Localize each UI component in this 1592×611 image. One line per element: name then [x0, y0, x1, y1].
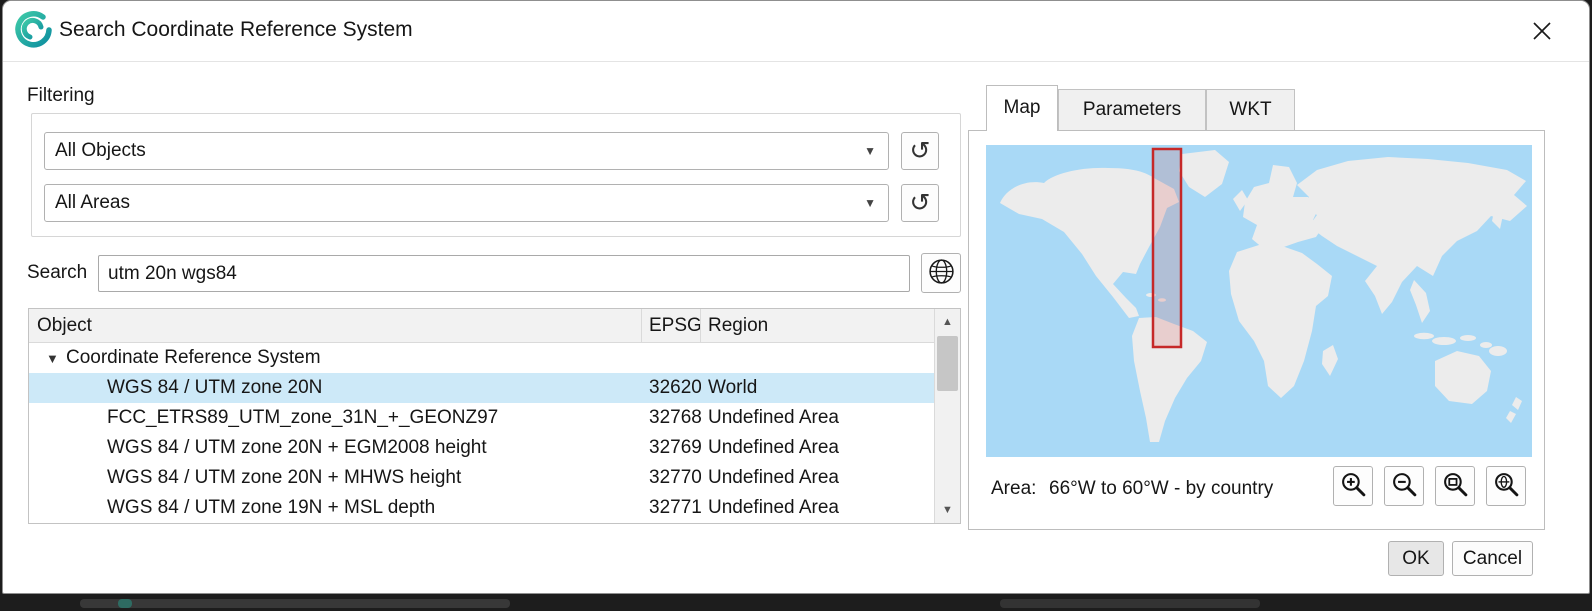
- crs-extent-highlight: [1153, 149, 1181, 347]
- zoom-world-icon: [1493, 471, 1520, 501]
- area-filter-dropdown[interactable]: All Areas ▼: [44, 184, 889, 222]
- world-map[interactable]: [986, 145, 1532, 457]
- tree-group-row[interactable]: ▼ Coordinate Reference System: [29, 343, 935, 373]
- table-row[interactable]: FCC_ETRS89_UTM_zone_31N_+_GEONZ97 32768 …: [29, 403, 935, 433]
- zoom-out-button[interactable]: [1384, 466, 1424, 506]
- chevron-down-icon: ▼: [864, 144, 876, 158]
- dialog-titlebar[interactable]: Search Coordinate Reference System: [3, 1, 1589, 62]
- search-label: Search: [27, 262, 87, 284]
- zoom-extent-icon: [1442, 471, 1469, 501]
- crs-results-table: Object EPSG Region ▼ Coordinate Referenc…: [28, 308, 961, 524]
- scrollbar-thumb[interactable]: [937, 336, 958, 391]
- cell-object: WGS 84 / UTM zone 20N + MHWS height: [29, 463, 642, 493]
- cell-epsg: 32770: [642, 463, 701, 493]
- scroll-up-button[interactable]: ▲: [935, 309, 960, 335]
- table-row[interactable]: WGS 84 / UTM zone 20N 32620 World: [29, 373, 935, 403]
- vertical-scrollbar[interactable]: ▲ ▼: [934, 309, 960, 523]
- close-button[interactable]: [1523, 16, 1561, 48]
- area-label: Area:: [991, 478, 1036, 500]
- crs-detail-panel: Map Parameters WKT: [968, 85, 1546, 531]
- scroll-down-button[interactable]: ▼: [935, 497, 960, 523]
- cell-region: Undefined Area: [701, 433, 935, 463]
- close-icon: [1531, 20, 1553, 45]
- dialog-title: Search Coordinate Reference System: [59, 18, 413, 42]
- column-header-region[interactable]: Region: [701, 309, 935, 342]
- cell-region: Undefined Area: [701, 403, 935, 433]
- cell-epsg: 32768: [642, 403, 701, 433]
- search-crs-dialog: Search Coordinate Reference System Filte…: [2, 0, 1590, 594]
- zoom-in-icon: [1340, 471, 1367, 501]
- cell-region: Undefined Area: [701, 463, 935, 493]
- column-header-epsg[interactable]: EPSG: [642, 309, 701, 342]
- cell-epsg: 32620: [642, 373, 701, 403]
- background-app-blur: [1000, 599, 1260, 608]
- column-header-object[interactable]: Object: [29, 309, 642, 342]
- zoom-in-button[interactable]: [1333, 466, 1373, 506]
- globe-search-button[interactable]: [921, 253, 961, 293]
- zoom-to-extent-button[interactable]: [1435, 466, 1475, 506]
- globe-icon: [927, 257, 956, 289]
- table-header: Object EPSG Region: [29, 309, 935, 343]
- tab-parameters[interactable]: Parameters: [1058, 89, 1206, 130]
- background-app-blur: [118, 599, 132, 608]
- tree-expander-icon[interactable]: ▼: [46, 351, 66, 366]
- cell-region: Undefined Area: [701, 493, 935, 523]
- tree-group-label: Coordinate Reference System: [66, 347, 321, 369]
- search-input[interactable]: [98, 255, 910, 292]
- cell-object: FCC_ETRS89_UTM_zone_31N_+_GEONZ97: [29, 403, 642, 433]
- object-filter-value: All Objects: [55, 140, 864, 162]
- object-filter-dropdown[interactable]: All Objects ▼: [44, 132, 889, 170]
- background-app-blur: [80, 599, 510, 608]
- filter-groupbox: All Objects ▼ ↺ All Areas ▼ ↺: [31, 113, 961, 237]
- reset-object-filter-button[interactable]: ↺: [901, 132, 939, 170]
- cell-object: WGS 84 / UTM zone 20N + EGM2008 height: [29, 433, 642, 463]
- reset-area-filter-button[interactable]: ↺: [901, 184, 939, 222]
- zoom-out-icon: [1391, 471, 1418, 501]
- cell-object: WGS 84 / UTM zone 19N + MSL depth: [29, 493, 642, 523]
- chevron-down-icon: ▼: [864, 196, 876, 210]
- cancel-button[interactable]: Cancel: [1452, 541, 1533, 576]
- map-tab-pane: Area: 66°W to 60°W - by country: [968, 130, 1545, 530]
- cell-object: WGS 84 / UTM zone 20N: [29, 373, 642, 403]
- zoom-to-world-button[interactable]: [1486, 466, 1526, 506]
- cell-epsg: 32771: [642, 493, 701, 523]
- tab-wkt[interactable]: WKT: [1206, 89, 1295, 130]
- filtering-section-label: Filtering: [27, 85, 95, 107]
- cell-epsg: 32769: [642, 433, 701, 463]
- tab-map[interactable]: Map: [986, 85, 1058, 131]
- area-filter-value: All Areas: [55, 192, 864, 214]
- app-logo-icon: [13, 10, 53, 50]
- table-row[interactable]: WGS 84 / UTM zone 20N + MHWS height 3277…: [29, 463, 935, 493]
- area-value: 66°W to 60°W - by country: [1049, 478, 1273, 500]
- cell-region: World: [701, 373, 935, 403]
- table-row[interactable]: WGS 84 / UTM zone 20N + EGM2008 height 3…: [29, 433, 935, 463]
- table-row[interactable]: WGS 84 / UTM zone 19N + MSL depth 32771 …: [29, 493, 935, 523]
- ok-button[interactable]: OK: [1388, 541, 1444, 576]
